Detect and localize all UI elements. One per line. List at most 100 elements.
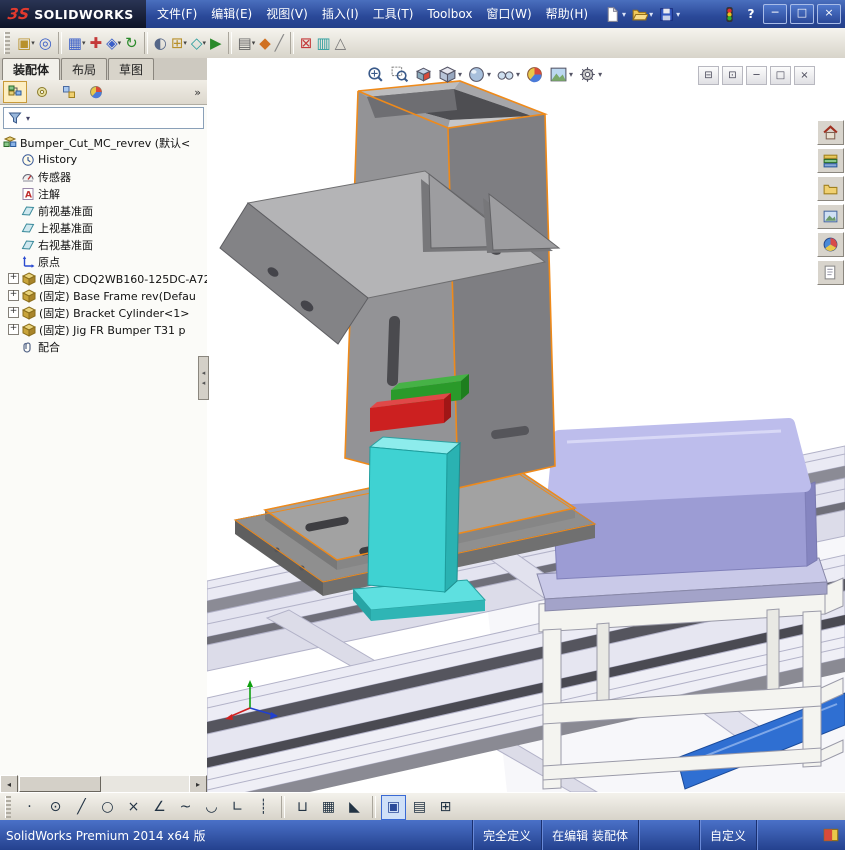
- panel-splitter-handle[interactable]: ◂ ◂: [198, 356, 209, 400]
- status-tag-icon[interactable]: [822, 826, 840, 844]
- linear-component-pattern-button[interactable]: ▦▾: [66, 31, 88, 56]
- tree-item-component-bracket[interactable]: + (固定) Bracket Cylinder<1>: [3, 304, 207, 321]
- section-view-button[interactable]: [413, 64, 434, 85]
- explode-line-sketch-button[interactable]: ╱: [273, 31, 286, 56]
- sketch-point-button[interactable]: ·: [17, 795, 42, 820]
- tree-item-mates[interactable]: 配合: [3, 338, 207, 355]
- display-style-button[interactable]: ▾: [466, 64, 492, 85]
- arc-button[interactable]: ◡: [199, 795, 224, 820]
- construction-geometry-button[interactable]: ┊: [251, 795, 276, 820]
- smart-fasteners-button[interactable]: ✚: [88, 31, 105, 56]
- view-orientation-button[interactable]: ▾: [437, 64, 463, 85]
- expander-icon[interactable]: +: [8, 307, 19, 318]
- panel-overflow-button[interactable]: »: [194, 86, 204, 99]
- mirror-entities-button[interactable]: ◣: [342, 795, 367, 820]
- menu-edit[interactable]: 编辑(E): [204, 0, 259, 28]
- tree-item-top-plane[interactable]: 上视基准面: [3, 219, 207, 236]
- menu-file[interactable]: 文件(F): [150, 0, 204, 28]
- sketch-fillet-button[interactable]: ∠: [147, 795, 172, 820]
- insert-component-button[interactable]: ▣▾: [15, 31, 37, 56]
- linear-sketch-pattern-button[interactable]: ▦: [316, 795, 341, 820]
- open-document-button[interactable]: ▾: [630, 5, 654, 24]
- show-hidden-components-button[interactable]: ◐: [152, 31, 169, 56]
- document-minimize-button[interactable]: ─: [746, 66, 767, 85]
- view-palette-tab[interactable]: [817, 204, 844, 229]
- propertymanager-tab[interactable]: [30, 81, 54, 103]
- document-close-button[interactable]: ×: [794, 66, 815, 85]
- perpendicular-button[interactable]: ∟: [225, 795, 250, 820]
- tree-item-annotations[interactable]: A 注解: [3, 185, 207, 202]
- tree-item-history[interactable]: History: [3, 151, 207, 168]
- expander-icon[interactable]: +: [8, 273, 19, 284]
- scroll-left-button[interactable]: ◂: [0, 775, 18, 793]
- interference-detection-button[interactable]: ⊠: [298, 31, 315, 56]
- line-button[interactable]: ╱: [69, 795, 94, 820]
- toolbar-grip[interactable]: [5, 796, 11, 818]
- tab-sketch[interactable]: 草图: [108, 58, 154, 80]
- instant3d-button[interactable]: △: [333, 31, 349, 56]
- tree-item-component-cylinder[interactable]: + (固定) CDQ2WB160-125DC-A72: [3, 270, 207, 287]
- ellipse-button[interactable]: ○: [95, 795, 120, 820]
- drawing-view-button[interactable]: ▣: [381, 795, 406, 820]
- bill-of-materials-button[interactable]: ▤▾: [236, 31, 258, 56]
- view-settings-button[interactable]: ▾: [577, 64, 603, 85]
- apply-scene-button[interactable]: ▾: [548, 64, 574, 85]
- assembly-visualization-button[interactable]: ▥: [314, 31, 332, 56]
- menu-insert[interactable]: 插入(I): [315, 0, 366, 28]
- document-restore-button[interactable]: □: [770, 66, 791, 85]
- menu-window[interactable]: 窗口(W): [479, 0, 538, 28]
- graphics-viewport[interactable]: ▾ ▾ ▾ ▾ ▾ ⊟ ⊡ ─ □ ×: [207, 58, 845, 792]
- configurationmanager-tab[interactable]: [57, 81, 81, 103]
- tree-item-component-jig[interactable]: + (固定) Jig FR Bumper T31 p: [3, 321, 207, 338]
- rotate-component-button[interactable]: ↻: [123, 31, 140, 56]
- tables-button[interactable]: ⊞: [433, 795, 458, 820]
- tree-filter-combo[interactable]: ▾: [3, 107, 204, 129]
- new-document-button[interactable]: ▾: [603, 5, 627, 24]
- graphics-area[interactable]: [207, 58, 845, 792]
- assembly-features-button[interactable]: ⊞▾: [169, 31, 189, 56]
- maximize-button[interactable]: □: [790, 4, 814, 24]
- exploded-view-button[interactable]: ◆: [257, 31, 273, 56]
- hide-show-items-button[interactable]: ▾: [495, 64, 521, 85]
- mate-button[interactable]: ◎: [37, 31, 54, 56]
- tree-item-component-base-frame[interactable]: + (固定) Base Frame rev(Defau: [3, 287, 207, 304]
- grid-snap-button[interactable]: ▤: [407, 795, 432, 820]
- toolbar-grip[interactable]: [4, 32, 10, 54]
- tree-item-root[interactable]: Bumper_Cut_MC_revrev (默认<: [3, 134, 207, 151]
- featuremanager-tree-tab[interactable]: [3, 81, 27, 103]
- expander-icon[interactable]: +: [8, 324, 19, 335]
- close-button[interactable]: ×: [817, 4, 841, 24]
- split-vertical-button[interactable]: ⊡: [722, 66, 743, 85]
- zoom-to-fit-button[interactable]: [365, 64, 386, 85]
- custom-properties-tab[interactable]: [817, 260, 844, 285]
- minimize-button[interactable]: ─: [763, 4, 787, 24]
- tree-item-front-plane[interactable]: 前视基准面: [3, 202, 207, 219]
- solidworks-resources-tab[interactable]: [817, 120, 844, 145]
- tree-item-sensors[interactable]: 传感器: [3, 168, 207, 185]
- menu-toolbox[interactable]: Toolbox: [420, 0, 479, 28]
- spline-button[interactable]: ~: [173, 795, 198, 820]
- file-explorer-tab[interactable]: [817, 176, 844, 201]
- tree-item-origin[interactable]: 原点: [3, 253, 207, 270]
- displaymanager-tab[interactable]: [84, 81, 108, 103]
- reference-geometry-button[interactable]: ◇▾: [189, 31, 208, 56]
- appearances-scenes-tab[interactable]: [817, 232, 844, 257]
- panel-horizontal-scrollbar[interactable]: ◂ ▸: [0, 776, 207, 792]
- tab-layout[interactable]: 布局: [61, 58, 107, 80]
- split-horizontal-button[interactable]: ⊟: [698, 66, 719, 85]
- menu-tools[interactable]: 工具(T): [366, 0, 421, 28]
- scroll-right-button[interactable]: ▸: [189, 775, 207, 793]
- save-document-button[interactable]: ▾: [657, 5, 681, 24]
- convert-entities-button[interactable]: ⊔: [290, 795, 315, 820]
- tree-item-right-plane[interactable]: 右视基准面: [3, 236, 207, 253]
- trim-entities-button[interactable]: ×: [121, 795, 146, 820]
- tab-assembly[interactable]: 装配体: [2, 58, 60, 81]
- circle-button[interactable]: ⊙: [43, 795, 68, 820]
- expander-icon[interactable]: +: [8, 290, 19, 301]
- move-component-button[interactable]: ◈▾: [104, 31, 123, 56]
- status-light-icon[interactable]: [720, 5, 739, 24]
- zoom-to-area-button[interactable]: [389, 64, 410, 85]
- design-library-tab[interactable]: [817, 148, 844, 173]
- menu-help[interactable]: 帮助(H): [539, 0, 595, 28]
- help-button[interactable]: ?: [742, 5, 760, 23]
